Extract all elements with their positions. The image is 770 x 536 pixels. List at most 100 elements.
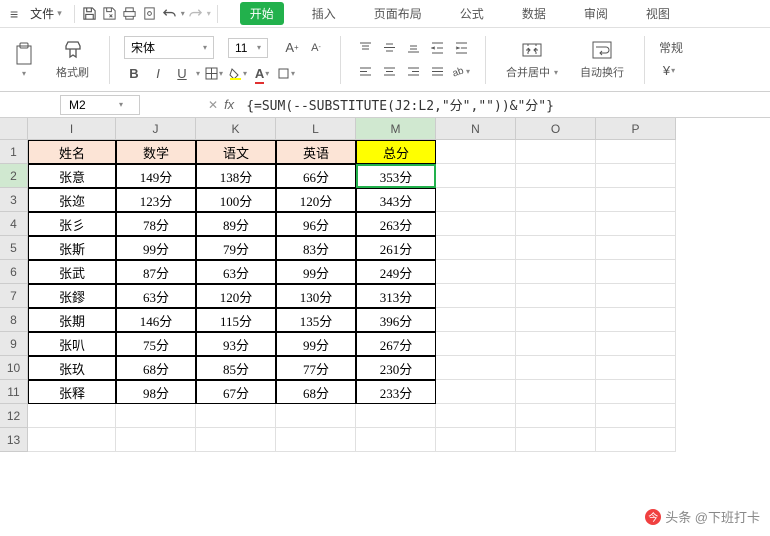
cell-M5[interactable]: 261分 (356, 236, 436, 260)
cell-O1[interactable] (516, 140, 596, 164)
row-header-13[interactable]: 13 (0, 428, 28, 452)
cell-L9[interactable]: 99分 (276, 332, 356, 356)
fx-icon[interactable]: fx (224, 97, 234, 112)
cell-J2[interactable]: 149分 (116, 164, 196, 188)
cell-P11[interactable] (596, 380, 676, 404)
cell-L6[interactable]: 99分 (276, 260, 356, 284)
cell-K12[interactable] (196, 404, 276, 428)
hamburger-icon[interactable]: ≡ (6, 6, 22, 22)
cell-K2[interactable]: 138分 (196, 164, 276, 188)
cell-N10[interactable] (436, 356, 516, 380)
tab-data[interactable]: 数据 (512, 2, 556, 25)
cell-O6[interactable] (516, 260, 596, 284)
cell-M8[interactable]: 396分 (356, 308, 436, 332)
cell-M11[interactable]: 233分 (356, 380, 436, 404)
tab-start[interactable]: 开始 (240, 2, 284, 25)
undo-icon[interactable] (161, 5, 179, 23)
fill-color-icon[interactable] (228, 63, 248, 83)
row-header-6[interactable]: 6 (0, 260, 28, 284)
justify-icon[interactable] (427, 62, 447, 82)
cell-O11[interactable] (516, 380, 596, 404)
merge-group[interactable]: 合并居中▾ (500, 39, 564, 80)
col-header-L[interactable]: L (276, 118, 356, 140)
cell-L7[interactable]: 130分 (276, 284, 356, 308)
align-right-icon[interactable] (403, 62, 423, 82)
select-all-corner[interactable] (0, 118, 28, 140)
cell-K7[interactable]: 120分 (196, 284, 276, 308)
col-header-N[interactable]: N (436, 118, 516, 140)
cell-M10[interactable]: 230分 (356, 356, 436, 380)
cell-O10[interactable] (516, 356, 596, 380)
increase-indent-icon[interactable] (451, 38, 471, 58)
cell-P2[interactable] (596, 164, 676, 188)
cell-P3[interactable] (596, 188, 676, 212)
align-left-icon[interactable] (355, 62, 375, 82)
cell-M13[interactable] (356, 428, 436, 452)
cell-O5[interactable] (516, 236, 596, 260)
cell-O8[interactable] (516, 308, 596, 332)
cell-J12[interactable] (116, 404, 196, 428)
col-header-M[interactable]: M (356, 118, 436, 140)
cell-O9[interactable] (516, 332, 596, 356)
cell-N4[interactable] (436, 212, 516, 236)
cell-I5[interactable]: 张斯 (28, 236, 116, 260)
orientation-icon[interactable]: ab (451, 62, 471, 82)
cell-L2[interactable]: 66分 (276, 164, 356, 188)
cell-N9[interactable] (436, 332, 516, 356)
italic-icon[interactable]: I (148, 63, 168, 83)
cell-L8[interactable]: 135分 (276, 308, 356, 332)
cell-M9[interactable]: 267分 (356, 332, 436, 356)
cancel-icon[interactable]: ✕ (208, 98, 218, 112)
cell-J7[interactable]: 63分 (116, 284, 196, 308)
cell-J3[interactable]: 123分 (116, 188, 196, 212)
save-as-icon[interactable] (101, 5, 119, 23)
bold-icon[interactable]: B (124, 63, 144, 83)
cell-N8[interactable] (436, 308, 516, 332)
cell-N3[interactable] (436, 188, 516, 212)
col-header-I[interactable]: I (28, 118, 116, 140)
cell-L10[interactable]: 77分 (276, 356, 356, 380)
cell-K9[interactable]: 93分 (196, 332, 276, 356)
cell-K1[interactable]: 语文 (196, 140, 276, 164)
underline-icon[interactable]: U (172, 63, 192, 83)
paste-group[interactable]: ▾ (8, 42, 40, 78)
row-header-4[interactable]: 4 (0, 212, 28, 236)
cell-J4[interactable]: 78分 (116, 212, 196, 236)
cell-L11[interactable]: 68分 (276, 380, 356, 404)
cell-I9[interactable]: 张叭 (28, 332, 116, 356)
cell-M12[interactable] (356, 404, 436, 428)
cell-M1[interactable]: 总分 (356, 140, 436, 164)
col-header-J[interactable]: J (116, 118, 196, 140)
cell-J11[interactable]: 98分 (116, 380, 196, 404)
cell-O12[interactable] (516, 404, 596, 428)
file-menu[interactable]: 文件 ▾ (24, 3, 68, 24)
row-header-5[interactable]: 5 (0, 236, 28, 260)
cell-J8[interactable]: 146分 (116, 308, 196, 332)
cell-P8[interactable] (596, 308, 676, 332)
currency-icon[interactable]: ¥ (659, 60, 679, 80)
redo-icon[interactable] (187, 5, 205, 23)
cell-L1[interactable]: 英语 (276, 140, 356, 164)
decrease-indent-icon[interactable] (427, 38, 447, 58)
cell-N6[interactable] (436, 260, 516, 284)
cell-N5[interactable] (436, 236, 516, 260)
wrap-group[interactable]: 自动换行 (574, 39, 630, 80)
row-header-2[interactable]: 2 (0, 164, 28, 188)
cell-N2[interactable] (436, 164, 516, 188)
cell-M6[interactable]: 249分 (356, 260, 436, 284)
row-header-12[interactable]: 12 (0, 404, 28, 428)
col-header-P[interactable]: P (596, 118, 676, 140)
align-bottom-icon[interactable] (403, 38, 423, 58)
cell-N7[interactable] (436, 284, 516, 308)
cell-P5[interactable] (596, 236, 676, 260)
font-color-icon[interactable]: A (252, 63, 272, 83)
font-size-select[interactable]: 11▾ (228, 38, 268, 58)
cell-L13[interactable] (276, 428, 356, 452)
cell-P7[interactable] (596, 284, 676, 308)
cell-I2[interactable]: 张意 (28, 164, 116, 188)
row-header-1[interactable]: 1 (0, 140, 28, 164)
decrease-font-icon[interactable]: A- (306, 38, 326, 58)
cell-J13[interactable] (116, 428, 196, 452)
col-header-K[interactable]: K (196, 118, 276, 140)
tab-layout[interactable]: 页面布局 (364, 2, 432, 25)
